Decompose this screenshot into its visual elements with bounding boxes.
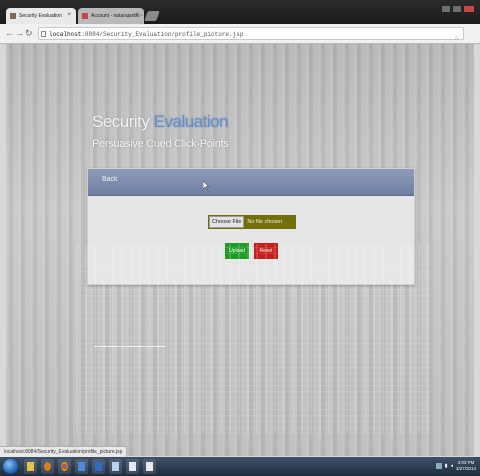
new-tab-button[interactable] — [144, 11, 160, 21]
page-favicon-icon — [10, 13, 16, 19]
forward-arrow-icon[interactable]: → — [15, 27, 24, 39]
start-button[interactable] — [3, 459, 18, 474]
taskbar-clock[interactable]: 4:03 PM 3/27/2014 — [456, 460, 476, 472]
mail-favicon-icon — [82, 13, 88, 19]
address-bar[interactable]: localhost:8084/Security_Evaluation/profi… — [38, 27, 464, 43]
address-path: :8084/Security_Evaluation/profile_pictur… — [81, 31, 244, 38]
site-title: Security Evaluation — [92, 112, 229, 132]
app-icon[interactable] — [75, 459, 88, 474]
divider-line — [94, 346, 166, 347]
upload-button[interactable]: Upload — [225, 243, 249, 259]
media-player-icon[interactable] — [41, 459, 54, 474]
close-tab-icon[interactable]: × — [67, 12, 71, 18]
clock-date: 3/27/2014 — [455, 466, 476, 471]
address-host: localhost — [49, 31, 82, 38]
mouse-cursor-icon — [203, 181, 209, 190]
app-icon[interactable] — [126, 459, 139, 474]
site-subtitle: Persuasive Cued Click-Points — [92, 138, 229, 150]
site-title-accent: Evaluation — [153, 112, 229, 131]
panel-header: Back — [88, 169, 414, 196]
app-icon[interactable] — [143, 459, 156, 474]
system-tray: ▮ ◂ 4:03 PM 3/27/2014 — [435, 460, 476, 472]
file-status-text: No file chosen — [247, 219, 283, 225]
close-tab-icon[interactable]: × — [135, 12, 139, 18]
minimize-icon[interactable] — [442, 6, 450, 12]
taskbar: ▮ ◂ 4:03 PM 3/27/2014 — [0, 457, 480, 476]
app-icon[interactable] — [92, 459, 105, 474]
window-close-icon[interactable] — [464, 6, 474, 12]
action-center-flag-icon[interactable] — [435, 463, 442, 469]
page-icon — [41, 31, 46, 37]
file-input[interactable]: Choose File No file chosen — [208, 215, 296, 229]
choose-file-button[interactable]: Choose File — [209, 216, 245, 228]
network-icon[interactable]: ▮ — [445, 463, 448, 469]
tab-security-evaluation[interactable]: Security Evaluation × — [6, 8, 76, 24]
upload-panel: Back Choose File No file chosen Upload R… — [87, 168, 415, 285]
tab-account[interactable]: Account - natarajanbv - × — [78, 8, 144, 24]
page-viewport: Security Evaluation Persuasive Cued Clic… — [6, 44, 474, 456]
chrome-icon[interactable] — [58, 459, 71, 474]
site-title-main: Security — [92, 112, 150, 131]
app-icon[interactable] — [109, 459, 122, 474]
explorer-icon[interactable] — [24, 459, 37, 474]
back-link[interactable]: Back — [102, 176, 118, 183]
reload-icon[interactable]: ↻ — [25, 27, 33, 39]
reset-button[interactable]: Reset — [254, 243, 278, 259]
browser-tab-strip: Security Evaluation × Account - nataraja… — [0, 0, 480, 24]
back-arrow-icon[interactable]: ← — [5, 27, 14, 39]
browser-toolbar: ← → ↻ localhost:8084/Security_Evaluation… — [0, 24, 480, 44]
window-controls — [442, 6, 474, 12]
maximize-icon[interactable] — [453, 6, 461, 12]
tab-label: Security Evaluation — [19, 13, 62, 19]
volume-icon[interactable]: ◂ — [450, 463, 453, 469]
